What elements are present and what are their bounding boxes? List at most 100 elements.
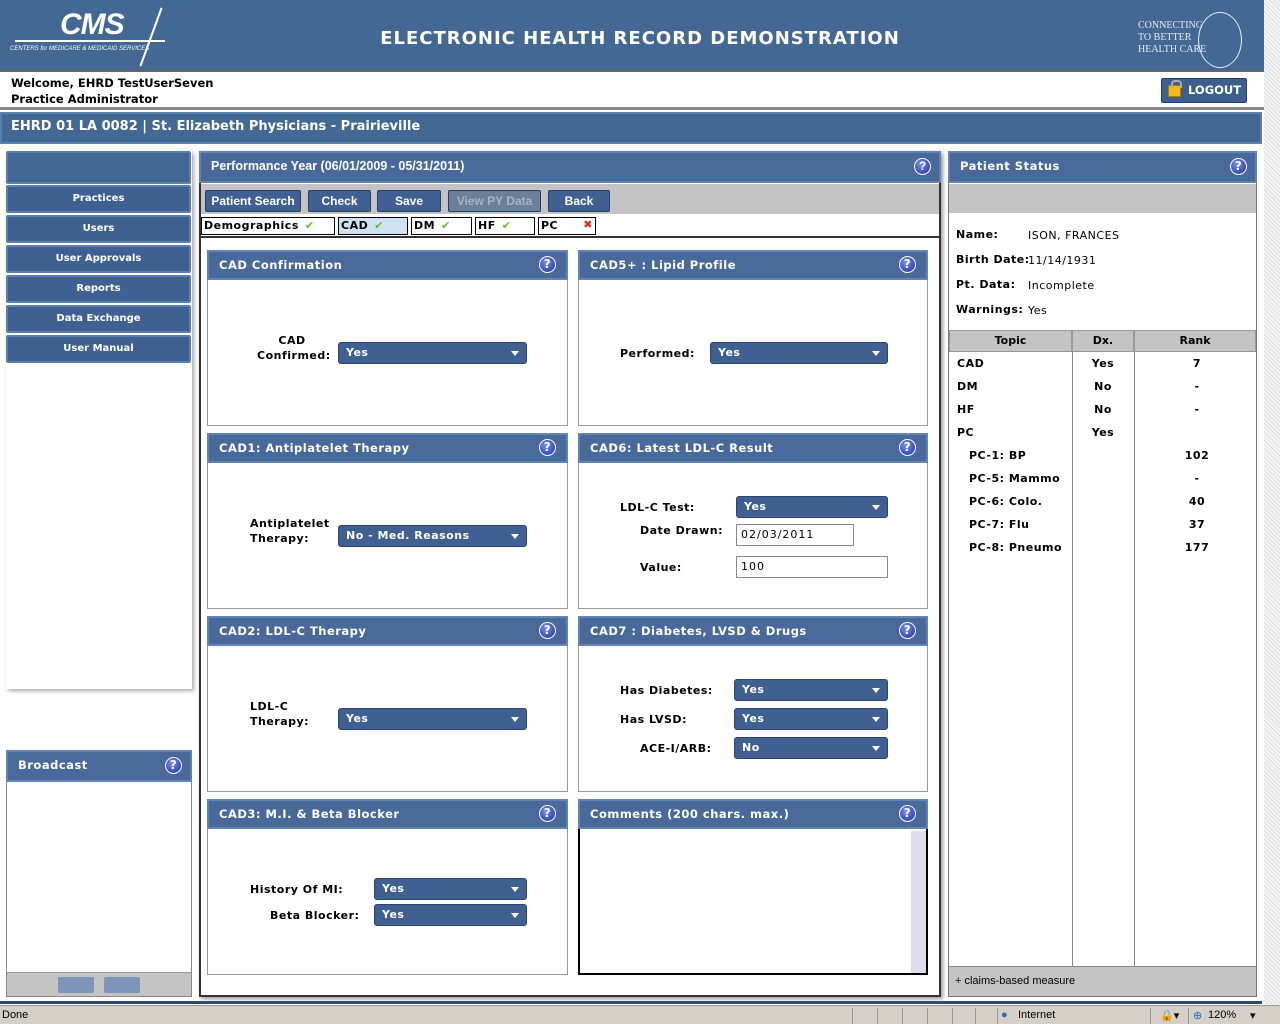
panel-header: CAD7 : Diabetes, LVSD & Drugs? <box>578 616 928 646</box>
window-scrollbar[interactable] <box>1264 0 1280 1005</box>
rank-cell: 102 <box>1184 449 1210 462</box>
topic-cell: PC-8: Pneumo <box>969 541 1063 554</box>
help-icon[interactable]: ? <box>899 622 916 639</box>
zoom-level[interactable]: 120% <box>1208 1009 1236 1021</box>
tab-demographics[interactable]: Demographics ✔ <box>201 217 335 235</box>
globe-icon: ● <box>1001 1009 1008 1021</box>
cad-confirmed-label: CAD Confirmed: <box>257 334 331 362</box>
zoom-dropdown-icon[interactable]: ▾ <box>1250 1009 1256 1022</box>
help-icon[interactable]: ? <box>914 158 931 175</box>
help-icon[interactable]: ? <box>539 622 556 639</box>
welcome-text: Welcome, EHRD TestUserSeven <box>11 76 214 90</box>
dx-cell: No <box>1094 380 1112 393</box>
lock-icon <box>1168 80 1182 97</box>
rank-cell: - <box>1194 472 1200 485</box>
ldl-therapy-label: LDL-C Therapy: <box>250 700 310 728</box>
panel-header: Comments (200 chars. max.)? <box>578 799 928 829</box>
rank-cell: 7 <box>1192 357 1202 370</box>
panel-header: CAD3: M.I. & Beta Blocker? <box>207 799 568 829</box>
dx-cell: No <box>1094 403 1112 416</box>
help-icon[interactable]: ? <box>539 805 556 822</box>
comments-textarea[interactable] <box>580 831 911 973</box>
check-icon: ✔ <box>441 219 451 232</box>
has-lvsd-select[interactable]: Yes <box>734 708 888 730</box>
zone-text: Internet <box>1018 1009 1056 1021</box>
has-lvsd-label: Has LVSD: <box>620 713 687 726</box>
help-icon[interactable]: ? <box>899 256 916 273</box>
date-drawn-label: Date Drawn: <box>640 524 723 537</box>
history-mi-label: History Of MI: <box>250 883 344 896</box>
patient-search-button[interactable]: Patient Search <box>205 190 301 212</box>
check-icon: ✔ <box>374 219 384 232</box>
rank-cell: 40 <box>1188 495 1206 508</box>
topic-cell: DM <box>957 380 979 393</box>
panel-header: CAD5+ : Lipid Profile? <box>578 250 928 280</box>
topic-cell: PC-1: BP <box>969 449 1027 462</box>
check-icon: ✔ <box>304 219 315 232</box>
logout-button[interactable]: LOGOUT <box>1161 78 1247 103</box>
ldl-test-label: LDL-C Test: <box>620 501 695 514</box>
ace-arb-select[interactable]: No <box>734 737 888 759</box>
welcome-bar: Welcome, EHRD TestUserSeven Practice Adm… <box>0 70 1264 110</box>
tab-cad[interactable]: CAD ✔ <box>338 217 408 235</box>
has-diabetes-select[interactable]: Yes <box>734 679 888 701</box>
warnings-value: Yes <box>1028 304 1048 317</box>
dx-cell: Yes <box>1091 357 1115 370</box>
patient-dob: 11/14/1931 <box>1028 254 1097 267</box>
history-mi-select[interactable]: Yes <box>374 878 527 900</box>
comments-scrollbar[interactable] <box>911 831 926 973</box>
rank-cell: 37 <box>1188 518 1206 531</box>
prev-button[interactable] <box>58 977 94 993</box>
dob-label: Birth Date: <box>956 253 1030 266</box>
patient-name: ISON, FRANCES <box>1028 229 1120 242</box>
topic-cell: PC <box>957 426 975 439</box>
back-button[interactable]: Back <box>548 190 610 212</box>
panel-header: CAD2: LDL-C Therapy? <box>207 616 568 646</box>
nav-reports[interactable]: Reports <box>6 275 191 303</box>
ldl-value-input[interactable]: 100 <box>736 556 888 578</box>
col-topic: Topic <box>949 330 1072 352</box>
tab-dm[interactable]: DM ✔ <box>411 217 472 235</box>
zoom-icon: ⊕ <box>1193 1010 1203 1022</box>
topic-cell: HF <box>957 403 975 416</box>
check-icon: ✔ <box>501 219 512 232</box>
patient-status-header: Patient Status? <box>948 151 1257 183</box>
help-icon[interactable]: ? <box>899 439 916 456</box>
has-diabetes-label: Has Diabetes: <box>620 684 713 697</box>
ace-arb-label: ACE-I/ARB: <box>640 742 712 755</box>
topic-cell: PC-7: Flu <box>969 518 1030 531</box>
nav-practices[interactable]: Practices <box>6 185 191 213</box>
help-icon[interactable]: ? <box>539 439 556 456</box>
ldl-therapy-select[interactable]: Yes <box>338 708 527 730</box>
view-py-data-button[interactable]: View PY Data <box>448 190 541 212</box>
help-icon[interactable]: ? <box>539 256 556 273</box>
nav-users[interactable]: Users <box>6 215 191 243</box>
cad-confirmed-select[interactable]: Yes <box>338 342 527 364</box>
nav-user-manual[interactable]: User Manual <box>6 335 191 363</box>
app-title: ELECTRONIC HEALTH RECORD DEMONSTRATION <box>380 28 900 49</box>
antiplatelet-select[interactable]: No - Med. Reasons <box>338 525 527 547</box>
topic-cell: PC-6: Colo. <box>969 495 1043 508</box>
tab-hf[interactable]: HF ✔ <box>475 217 535 235</box>
broadcast-header: Broadcast? <box>6 750 192 782</box>
security-icon[interactable]: 🔒▾ <box>1160 1009 1179 1022</box>
help-icon[interactable]: ? <box>165 757 182 774</box>
col-dx: Dx. <box>1072 330 1134 352</box>
tab-pc[interactable]: PC ✖ <box>538 217 596 235</box>
nav-data-exchange[interactable]: Data Exchange <box>6 305 191 333</box>
check-button[interactable]: Check <box>308 190 371 212</box>
performed-select[interactable]: Yes <box>710 342 888 364</box>
help-icon[interactable]: ? <box>899 805 916 822</box>
date-drawn-input[interactable]: 02/03/2011 <box>736 524 854 546</box>
save-button[interactable]: Save <box>377 190 441 212</box>
error-icon: ✖ <box>583 218 593 231</box>
panel-header: CAD6: Latest LDL-C Result? <box>578 433 928 463</box>
warnings-label: Warnings: <box>956 303 1024 316</box>
beta-blocker-select[interactable]: Yes <box>374 904 527 926</box>
hhs-logo: CONNECTING TO BETTER HEALTH CARE <box>1138 12 1242 68</box>
next-button[interactable] <box>104 977 140 993</box>
help-icon[interactable]: ? <box>1230 158 1247 175</box>
nav-user-approvals[interactable]: User Approvals <box>6 245 191 273</box>
ldl-test-select[interactable]: Yes <box>736 496 888 518</box>
topic-cell: PC-5: Mammo <box>969 472 1061 485</box>
